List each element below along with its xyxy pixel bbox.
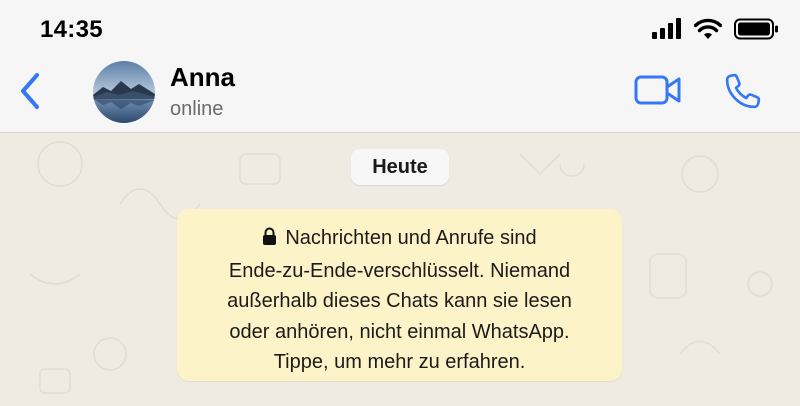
date-separator: Heute bbox=[351, 149, 449, 185]
status-time: 14:35 bbox=[40, 16, 103, 43]
nav-bar: Anna online bbox=[0, 58, 800, 133]
video-call-icon bbox=[634, 74, 682, 111]
back-button[interactable] bbox=[10, 66, 50, 120]
notice-line-3: außerhalb dieses Chats kann sie lesen bbox=[227, 290, 572, 312]
video-call-button[interactable] bbox=[630, 72, 686, 112]
lock-icon bbox=[262, 225, 277, 256]
contact-name[interactable]: Anna bbox=[170, 62, 235, 93]
chat-header: 14:35 Anna online bbox=[0, 0, 800, 133]
signal-icon bbox=[652, 18, 682, 45]
wifi-icon bbox=[693, 18, 723, 45]
status-bar: 14:35 bbox=[0, 0, 800, 58]
notice-line-2: Ende-zu-Ende-verschlüsselt. Niemand bbox=[228, 259, 571, 282]
notice-line-4: oder anhören, nicht einmal WhatsApp. bbox=[229, 320, 570, 343]
contact-status: online bbox=[170, 98, 224, 120]
avatar[interactable] bbox=[93, 61, 155, 123]
encryption-notice[interactable]: Nachrichten und Anrufe sind Ende-zu-Ende… bbox=[177, 209, 622, 381]
phone-icon bbox=[723, 71, 763, 116]
notice-line-1-text: Nachrichten und Anrufe sind bbox=[285, 227, 537, 249]
voice-call-button[interactable] bbox=[718, 70, 768, 116]
status-icons bbox=[652, 18, 780, 45]
notice-line-5: Tippe, um mehr zu erfahren. bbox=[273, 351, 526, 373]
notice-line-1: Nachrichten und Anrufe sind bbox=[195, 223, 604, 256]
chat-area[interactable]: Heute Nachrichten und Anrufe sind Ende-z… bbox=[0, 134, 800, 406]
chevron-left-icon bbox=[18, 72, 42, 115]
battery-icon bbox=[734, 18, 780, 45]
